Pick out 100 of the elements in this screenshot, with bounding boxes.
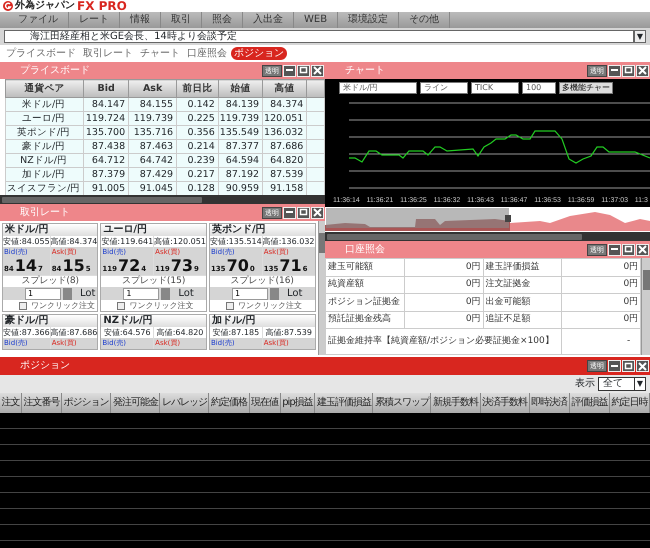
minimize-button[interactable]	[608, 64, 621, 76]
tab[interactable]: ポジション	[231, 47, 287, 60]
maximize-button[interactable]	[297, 206, 310, 218]
close-button[interactable]	[636, 64, 649, 76]
maximize-button[interactable]	[297, 64, 310, 76]
column-header[interactable]: 注文番号	[22, 393, 62, 413]
scrollbar[interactable]	[641, 258, 650, 355]
table-cell: 0.128	[176, 182, 218, 195]
column-header[interactable]: pip損益	[280, 393, 316, 413]
scrollbar[interactable]	[325, 232, 650, 241]
column-header[interactable]: 高値	[262, 80, 307, 98]
table-cell: 90.959	[218, 182, 263, 195]
checkbox-label: ワンクリック注文	[129, 300, 194, 310]
dropdown-button[interactable]: ▼	[634, 30, 646, 43]
table-cell: 84.139	[218, 98, 263, 112]
logo-icon	[3, 1, 13, 11]
panel-title: ポジション	[20, 360, 71, 372]
table-cell: 追証不足額	[483, 311, 562, 329]
table-cell: 0円	[404, 311, 484, 329]
select-field[interactable]: ライン	[420, 82, 468, 94]
column-header[interactable]: 約定価格	[209, 393, 250, 413]
maximize-icon	[624, 245, 633, 254]
table-cell: 135.716	[128, 126, 177, 140]
column-header[interactable]: 累積スワップ	[373, 393, 432, 413]
table-cell: スイスフラン/円	[6, 182, 84, 195]
lot-input[interactable]: 1	[25, 288, 61, 300]
maximize-button[interactable]	[622, 244, 635, 256]
column-header[interactable]: ポジション	[62, 393, 112, 413]
logo-text: 外為ジャパン	[15, 0, 75, 12]
lot-input[interactable]: 1	[232, 288, 268, 300]
select-field[interactable]: 100	[522, 82, 556, 94]
table-cell: 87.438	[84, 140, 129, 154]
table-cell: 119.724	[84, 112, 129, 126]
column-header[interactable]: 通貨ペア	[6, 80, 84, 98]
minimize-button[interactable]	[608, 244, 621, 256]
minimize-button[interactable]	[608, 360, 621, 372]
table-cell: 建玉可能額	[326, 258, 404, 276]
scrollbar[interactable]	[318, 221, 325, 355]
column-header[interactable]: 約定日時	[610, 393, 650, 413]
tab[interactable]: プライスボード	[3, 47, 79, 60]
checkbox[interactable]	[226, 302, 234, 310]
table-cell: 0.217	[176, 168, 218, 182]
column-header[interactable]: 評価損益	[570, 393, 610, 413]
select-field[interactable]: 米ドル/円	[339, 82, 417, 94]
high-price: 高値:84.374	[50, 236, 98, 247]
table-cell: 豪ドル/円	[6, 140, 84, 154]
column-header[interactable]: Bid	[84, 80, 129, 98]
table-cell: 135.549	[218, 126, 263, 140]
scrollbar[interactable]	[0, 195, 325, 204]
table-cell: 0円	[562, 258, 641, 276]
currency-pair: 加ドル/円	[210, 315, 314, 327]
column-header[interactable]: 始値	[218, 80, 263, 98]
column-header[interactable]: 注文	[0, 393, 22, 413]
column-header[interactable]: レバレッジ	[160, 393, 210, 413]
select-field[interactable]: TICK	[471, 82, 519, 94]
low-price: 安値:87.366	[3, 327, 50, 338]
panel-title: プライスボード	[20, 64, 91, 76]
close-button[interactable]	[311, 206, 324, 218]
table-cell: 0.356	[176, 126, 218, 140]
checkbox[interactable]	[117, 302, 126, 310]
currency-pair: ユーロ/円	[101, 224, 206, 236]
table-cell: 87.192	[218, 168, 263, 182]
column-header[interactable]: 即時決済	[530, 393, 570, 413]
currency-pair: 豪ドル/円	[3, 315, 98, 327]
table-cell: 0.239	[176, 154, 218, 168]
column-header[interactable]: 新規手数料	[431, 393, 481, 413]
minimize-button[interactable]	[283, 206, 296, 218]
panel-title: チャート	[345, 64, 386, 76]
spread-label: スプレッド(16)	[210, 276, 314, 287]
minimize-button[interactable]	[283, 64, 296, 76]
news-ticker: 海江田経産相と米GE会長、14時より会談予定	[4, 30, 634, 43]
lot-unit: Lot	[286, 288, 302, 300]
table-cell: 0円	[562, 276, 641, 294]
table-cell: 84.374	[262, 98, 307, 112]
column-header[interactable]: Ask	[128, 80, 177, 98]
column-header[interactable]: 前日比	[176, 80, 218, 98]
close-button[interactable]	[636, 244, 649, 256]
multi-chart-button[interactable]: 多機能チャー	[559, 82, 613, 94]
table-cell: 0円	[562, 294, 641, 312]
column-header[interactable]: 決済手数料	[480, 393, 530, 413]
checkbox[interactable]	[19, 302, 27, 310]
lot-input[interactable]: 1	[123, 288, 160, 300]
tab[interactable]: チャート	[137, 47, 183, 60]
table-cell: 120.051	[262, 112, 307, 126]
column-header[interactable]: 現在値	[250, 393, 281, 413]
table-cell: NZドル/円	[6, 154, 84, 168]
low-price: 安値:84.055	[3, 236, 50, 247]
tab[interactable]: 口座照会	[184, 47, 230, 60]
maximize-icon	[624, 362, 633, 370]
table-cell: 加ドル/円	[6, 168, 84, 182]
filter-select[interactable]: 全て ▼	[598, 377, 646, 391]
column-header[interactable]: 建玉評価損益	[315, 393, 374, 413]
column-header[interactable]: 発注可能金	[111, 393, 160, 413]
panel-title: 取引レート	[20, 206, 71, 218]
high-price: 高値:120.051	[154, 236, 206, 247]
close-button[interactable]	[636, 360, 649, 372]
tab[interactable]: 取引レート	[80, 47, 136, 60]
maximize-button[interactable]	[622, 64, 635, 76]
maximize-button[interactable]	[622, 360, 635, 372]
close-button[interactable]	[311, 64, 324, 76]
